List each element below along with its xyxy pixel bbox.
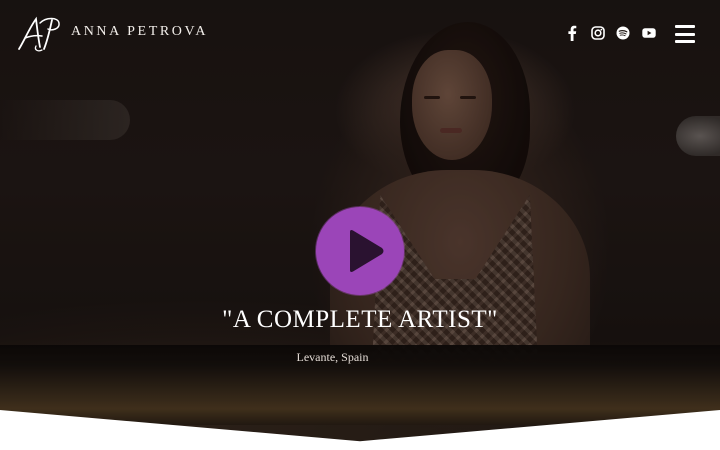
press-quote: "A COMPLETE ARTIST" xyxy=(222,306,498,333)
site-name[interactable]: ANNA PETROVA xyxy=(71,24,208,40)
instagram-icon[interactable] xyxy=(589,24,607,42)
menu-bar xyxy=(675,32,695,36)
quote-source: Levante, Spain xyxy=(296,350,369,364)
hamburger-menu-icon[interactable] xyxy=(675,25,695,43)
menu-bar xyxy=(675,40,695,43)
menu-bar xyxy=(675,25,695,28)
play-icon[interactable] xyxy=(346,228,386,274)
youtube-icon[interactable] xyxy=(640,24,658,42)
facebook-icon[interactable] xyxy=(563,24,581,42)
logo-monogram[interactable] xyxy=(16,15,62,53)
spotify-icon[interactable] xyxy=(614,24,632,42)
